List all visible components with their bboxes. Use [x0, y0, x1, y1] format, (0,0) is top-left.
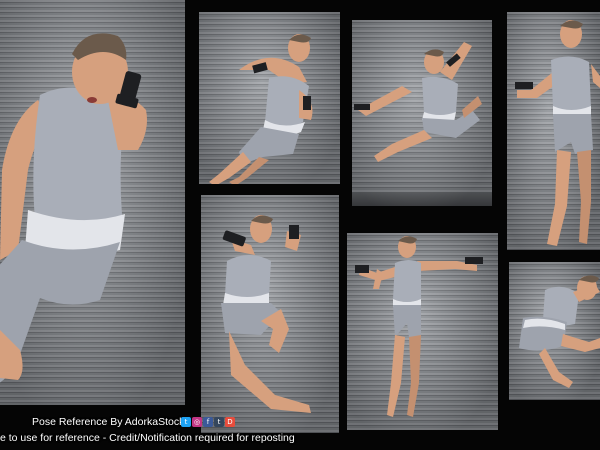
facebook-icon: f: [203, 417, 213, 427]
usage-notice: e to use for reference - Credit/Notifica…: [0, 432, 295, 444]
social-icons: t ◎ f t D: [181, 417, 235, 427]
deviantart-icon: D: [225, 417, 235, 427]
pose-photo-2: [199, 12, 340, 184]
instagram-icon: ◎: [192, 417, 202, 427]
tumblr-icon: t: [214, 417, 224, 427]
figure-jumping-knee-raised: [201, 195, 339, 433]
figure-standing-aiming: [507, 12, 600, 250]
pose-photo-1: [0, 0, 185, 405]
credit-caption: Pose Reference By AdorkaStock t ◎ f t D …: [0, 414, 300, 450]
twitter-icon: t: [181, 417, 191, 427]
figure-lunging-two-guns: [199, 12, 340, 184]
figure-closeup-pointing-gun: [0, 0, 185, 405]
pose-photo-7: [509, 262, 600, 400]
pose-photo-5: [201, 195, 339, 433]
figure-leaping-arms-outstretched: [347, 233, 498, 430]
pose-photo-4: [507, 12, 600, 250]
credit-title: Pose Reference By AdorkaStock: [32, 416, 185, 428]
figure-flying-kick-arms-spread: [352, 20, 492, 206]
pose-photo-3: [352, 20, 492, 206]
figure-midair-tucked-kick: [509, 262, 600, 400]
pose-photo-6: [347, 233, 498, 430]
